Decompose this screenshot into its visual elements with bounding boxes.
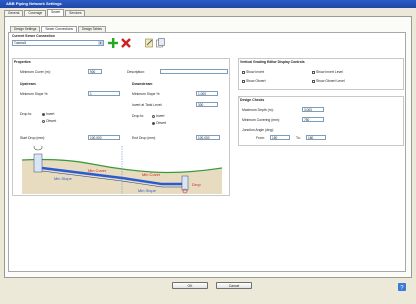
max-depth-input[interactable]: 3.000 (302, 107, 324, 112)
current-connection-label: Current Sewer Connection (12, 34, 55, 38)
connection-select[interactable]: Tutorial1 ▾ (12, 40, 104, 46)
diagram-label-min-slope: Min Slope (138, 188, 157, 193)
cancel-button[interactable]: Cancel (216, 282, 252, 289)
add-icon[interactable] (108, 38, 118, 48)
angle-from-label: From: (256, 136, 265, 140)
radio-dot (152, 121, 155, 125)
down-end-drop-label: End Drop (mm): (132, 136, 157, 140)
diagram-label-min-cover: Min Cover (88, 168, 107, 173)
show-invert-level-check[interactable]: Show Invert Level (312, 70, 343, 74)
window-title: ABB Piping Network Settings (0, 0, 416, 8)
diagram-label-min-slope: Min Slope (54, 176, 73, 181)
invert-depth-input[interactable]: 300 (196, 102, 218, 107)
downstream-title: Downstream (132, 82, 153, 86)
show-obvert-level-check[interactable]: Show Obvert Level (312, 79, 345, 83)
angle-to-label: To: (296, 136, 301, 140)
min-covering-input[interactable]: 750 (302, 117, 324, 122)
radio-dot (42, 119, 45, 123)
min-cover-label: Minimum Cover (m): (20, 70, 51, 74)
up-start-drop-label: Start Drop (mm): (20, 136, 46, 140)
sewer-profile-diagram: Min Cover Min Cover Min Slope Min Slope … (22, 146, 222, 194)
up-min-slope-input[interactable]: 1 (88, 91, 120, 96)
min-covering-label: Minimum Covering (mm): (242, 118, 281, 122)
description-input[interactable] (160, 69, 228, 74)
up-opt-obvert-label: Obvert (46, 119, 57, 123)
connection-select-value: Tutorial1 (14, 41, 27, 45)
tab-sewer[interactable]: Sewer (47, 9, 65, 16)
ok-button[interactable]: OK (172, 282, 208, 289)
up-opt-invert[interactable]: Invert (42, 112, 54, 116)
junction-angle-label: Junction Angle (deg): (242, 128, 274, 132)
down-drop-to-label: Drop to: (132, 114, 145, 118)
checkbox (242, 79, 245, 83)
up-opt-obvert[interactable]: Obvert (42, 119, 56, 123)
down-opt-obvert-label: Obvert (156, 121, 167, 125)
chevron-down-icon[interactable]: ▾ (98, 41, 103, 45)
vertical-grading-title: Vertical Grading Editor Display Controls (240, 60, 305, 64)
show-invert-level-label: Show Invert Level (316, 70, 343, 74)
up-opt-invert-label: Invert (46, 112, 55, 116)
delete-icon[interactable] (121, 38, 131, 48)
show-invert-check[interactable]: Show Invert (242, 70, 264, 74)
down-opt-invert-label: Invert (156, 114, 165, 118)
show-obvert-check[interactable]: Show Obvert (242, 79, 266, 83)
design-checks-title: Design Checks (240, 98, 265, 102)
max-depth-label: Maximum Depth (m): (242, 108, 274, 112)
down-min-slope-input[interactable]: 1.000 (196, 91, 218, 96)
angle-from-input[interactable]: 150 (270, 135, 290, 140)
settings-window: ABB Piping Network Settings General Cove… (0, 0, 416, 304)
show-obvert-label: Show Obvert (246, 79, 266, 83)
diagram-label-min-cover: Min Cover (142, 172, 161, 177)
diagram-label-drop: Drop (192, 182, 201, 187)
radio-dot (42, 112, 45, 116)
down-opt-invert[interactable]: Invert (152, 114, 164, 118)
min-cover-input[interactable]: 900 (88, 69, 102, 74)
properties-title: Properties (14, 60, 31, 64)
radio-dot (152, 114, 155, 118)
up-min-slope-label: Minimum Slope %: (20, 92, 49, 96)
manhole-arc (33, 146, 43, 151)
checkbox (312, 70, 315, 74)
show-obvert-level-label: Show Obvert Level (316, 79, 345, 83)
downstream-manhole (181, 175, 189, 191)
description-label: Description: (127, 70, 145, 74)
upstream-manhole (33, 153, 43, 173)
show-invert-label: Show Invert (246, 70, 264, 74)
invert-depth-label: Invert at Tank Level: (132, 103, 163, 107)
copy-icon[interactable] (156, 38, 165, 48)
edit-icon[interactable] (145, 38, 154, 48)
checkbox (242, 70, 245, 74)
help-icon[interactable]: ? (398, 283, 406, 291)
down-opt-obvert[interactable]: Obvert (152, 121, 166, 125)
down-min-slope-label: Minimum Slope %: (132, 92, 161, 96)
upstream-title: Upstream (20, 82, 36, 86)
down-end-drop-input[interactable]: 100.000 (196, 135, 220, 140)
up-drop-to-label: Drop to: (20, 112, 33, 116)
checkbox (312, 79, 315, 83)
up-start-drop-input[interactable]: 100.000 (88, 135, 120, 140)
angle-to-input[interactable]: 180 (306, 135, 326, 140)
